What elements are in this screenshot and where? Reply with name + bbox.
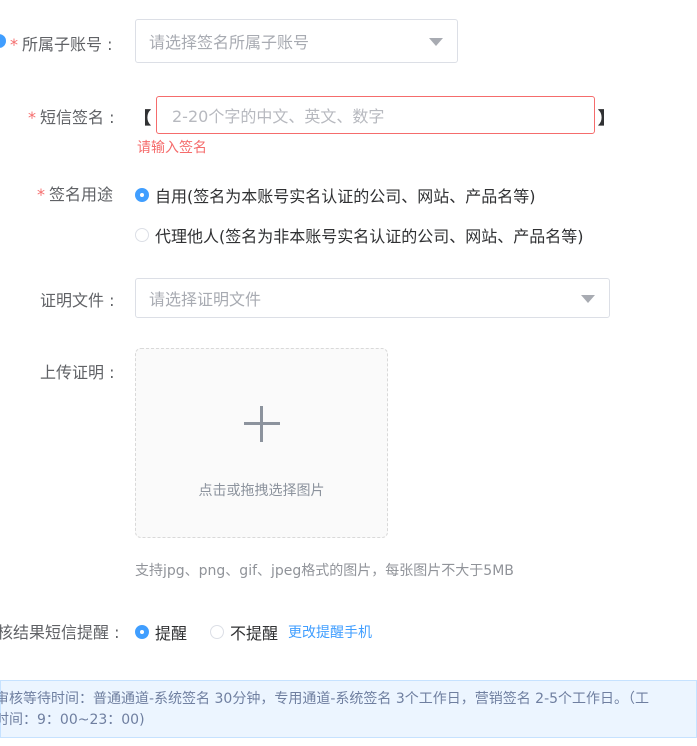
sub-account-label-text: 所属子账号 : (22, 35, 113, 54)
sms-reminder-option-on-label: 提醒 (155, 624, 188, 643)
radio-checked-icon (135, 625, 149, 639)
upload-dropzone[interactable]: 点击或拖拽选择图片 (135, 348, 388, 538)
sms-reminder-option-on[interactable]: 提醒 (135, 620, 187, 644)
radio-unchecked-icon (135, 228, 149, 242)
required-mark: * (28, 108, 36, 127)
sms-reminder-option-off[interactable]: 不提醒 更改提醒手机 (210, 620, 372, 644)
signature-input[interactable]: 2-20个字的中文、英文、数字 (156, 96, 595, 134)
signature-label: * 短信签名 : (28, 104, 114, 128)
sub-account-placeholder: 请选择签名所属子账号 (149, 33, 310, 52)
notice-line-1: 审核等待时间：普通通道-系统签名 30分钟，专用通道-系统签名 3个工作日，营销… (0, 691, 650, 707)
notice-line-2: 时间：9：00~23：00) (0, 712, 145, 728)
upload-text: 点击或拖拽选择图片 (198, 483, 325, 499)
radio-checked-icon (135, 188, 149, 202)
chevron-down-icon (429, 38, 443, 46)
required-mark: * (10, 35, 18, 54)
upload-label: 上传证明 : (40, 363, 115, 382)
plus-icon-horizontal (244, 422, 280, 425)
sms-reminder-option-off-label: 不提醒 (230, 624, 279, 643)
audit-time-notice: 审核等待时间：普通通道-系统签名 30分钟，专用通道-系统签名 3个工作日，营销… (0, 680, 697, 738)
signature-label-text: 短信签名 : (40, 108, 115, 127)
proof-file-select[interactable]: 请选择证明文件 (135, 278, 610, 318)
radio-unchecked-icon (210, 625, 224, 639)
proof-file-placeholder: 请选择证明文件 (149, 290, 262, 309)
proof-file-label: 证明文件 : (40, 291, 115, 310)
signature-open-bracket: 【 (134, 109, 151, 129)
sub-account-indicator-dot (0, 34, 6, 48)
chevron-down-icon (581, 295, 595, 303)
purpose-option-agent-label: 代理他人(签名为非本账号实名认证的公司、网站、产品名等) (155, 227, 584, 246)
purpose-option-agent[interactable]: 代理他人(签名为非本账号实名认证的公司、网站、产品名等) (135, 223, 584, 247)
signature-placeholder: 2-20个字的中文、英文、数字 (172, 107, 385, 126)
purpose-option-self-label: 自用(签名为本账号实名认证的公司、网站、产品名等) (155, 187, 536, 206)
signature-close-bracket: 】 (598, 109, 615, 129)
sms-reminder-label: 核结果短信提醒 : (0, 623, 120, 642)
purpose-label-text: 签名用途 (49, 185, 114, 204)
purpose-option-self[interactable]: 自用(签名为本账号实名认证的公司、网站、产品名等) (135, 183, 536, 207)
sub-account-select[interactable]: 请选择签名所属子账号 (135, 19, 458, 63)
upload-hint: 支持jpg、png、gif、jpeg格式的图片，每张图片不大于5MB (135, 563, 514, 579)
change-phone-link[interactable]: 更改提醒手机 (288, 622, 372, 642)
purpose-label: * 签名用途 (37, 181, 113, 205)
required-mark: * (37, 185, 45, 204)
signature-error: 请输入签名 (137, 140, 207, 156)
sub-account-label: * 所属子账号 : (10, 31, 112, 55)
